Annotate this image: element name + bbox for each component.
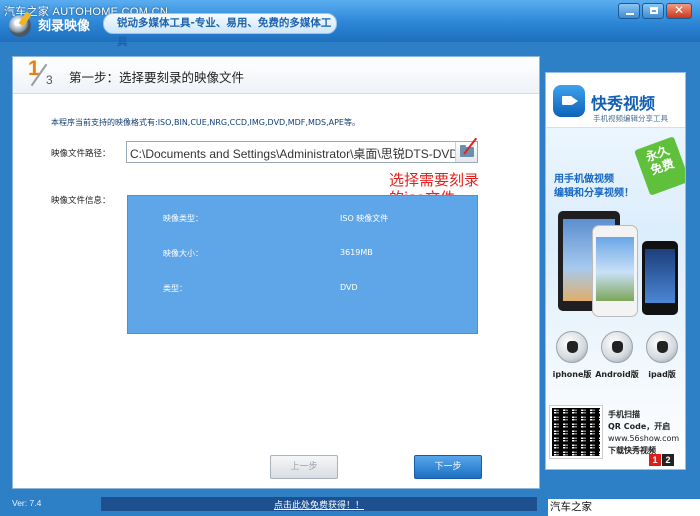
main-panel: 1 3 第一步：选择要刻录的映像文件 本程序当前支持的映像格式有:ISO,BIN… <box>12 56 540 489</box>
maximize-button[interactable] <box>642 3 664 19</box>
ad-page-1[interactable]: 1 <box>649 454 661 466</box>
qr-caption-line-1: 手机扫描 <box>608 410 640 419</box>
close-icon: ✕ <box>673 3 685 17</box>
qr-caption-url: www.56show.com <box>608 434 680 443</box>
annotation-line-1: 选择需要刻录 <box>389 171 480 189</box>
ad-header: 快秀视频 手机视频编辑分享工具 <box>546 73 685 128</box>
image-info-label: 映像文件信息： <box>51 196 111 206</box>
supported-formats-text: 本程序当前支持的映像格式有:ISO,BIN,CUE,NRG,CCD,IMG,DV… <box>51 118 360 127</box>
qr-caption: 手机扫描 QR Code，开启 www.56show.com 下载快秀视频 <box>608 409 679 457</box>
platform-android[interactable]: Android版 <box>595 331 639 380</box>
platform-ipad[interactable]: ipad版 <box>640 331 684 380</box>
app-title: 刻录映像 <box>38 19 91 34</box>
ad-page-2[interactable]: 2 <box>662 454 674 466</box>
devices-illustration <box>558 205 678 320</box>
platform-list: iphone版 Android版 ipad版 <box>550 331 684 381</box>
step-header: 1 3 第一步：选择要刻录的映像文件 <box>13 57 539 94</box>
qr-caption-line-2: QR Code，开启 <box>608 422 671 431</box>
ad-slogan: 用手机做视频 编辑和分享视频！ <box>554 173 634 201</box>
close-button[interactable]: ✕ <box>666 3 692 19</box>
minimize-icon <box>626 13 634 15</box>
ad-pager: 1 2 <box>649 454 674 466</box>
version-label: Ver: 7.4 <box>12 498 42 508</box>
info-value-size: 3619MB <box>340 248 373 257</box>
info-key-disc: 类型： <box>163 284 187 293</box>
title-bar: 汽车之家 AUTOHOME.COM.CN 刻录映像 锐动多媒体工具-专业、易用、… <box>0 0 700 48</box>
previous-step-button[interactable]: 上一步 <box>270 455 338 479</box>
ad-slogan-line-1: 用手机做视频 <box>554 174 614 185</box>
image-path-value: C:\Documents and Settings\Administrator\… <box>130 147 459 161</box>
platform-iphone[interactable]: iphone版 <box>550 331 594 380</box>
platform-iphone-label: iphone版 <box>552 370 592 379</box>
ad-brand: 快秀视频 <box>591 94 656 113</box>
ad-subtitle: 手机视频编辑分享工具 <box>593 114 668 123</box>
iphone-image <box>592 225 638 317</box>
window-controls: ✕ <box>618 3 692 19</box>
android-phone-image <box>642 241 678 315</box>
step-title: 第一步：选择要刻录的映像文件 <box>69 70 245 85</box>
image-path-label: 映像文件路径： <box>51 149 111 159</box>
info-key-type: 映像类型： <box>163 214 203 223</box>
watermark-bottom: 汽车之家 AUTOHOME.COM.CN <box>548 499 700 516</box>
promo-bar[interactable]: 点击此处免费获得！！ <box>101 497 537 511</box>
ipad-icon <box>646 331 678 363</box>
apple-icon <box>556 331 588 363</box>
image-path-field[interactable]: C:\Documents and Settings\Administrator\… <box>126 141 478 163</box>
platform-ipad-label: ipad版 <box>648 370 676 379</box>
ad-slogan-line-2: 编辑和分享视频！ <box>554 188 634 199</box>
info-key-size: 映像大小： <box>163 249 203 258</box>
next-step-button[interactable]: 下一步 <box>414 455 482 479</box>
image-info-panel: 映像类型： ISO 映像文件 映像大小： 3619MB 类型： DVD <box>127 195 478 334</box>
info-value-disc: DVD <box>340 283 358 292</box>
step-indicator: 1 3 <box>28 57 62 91</box>
maximize-icon <box>650 7 658 14</box>
promo-link[interactable]: 点击此处免费获得！！ <box>101 498 537 511</box>
ad-banner[interactable]: 快秀视频 手机视频编辑分享工具 永久 免费 用手机做视频 编辑和分享视频！ ip… <box>545 72 686 470</box>
platform-android-label: Android版 <box>595 370 639 379</box>
info-value-type: ISO 映像文件 <box>340 214 389 223</box>
app-tagline: 锐动多媒体工具-专业、易用、免费的多媒体工具 <box>103 13 337 48</box>
video-camera-icon <box>553 85 585 117</box>
disc-burn-icon <box>9 15 31 37</box>
step-total: 3 <box>46 73 53 87</box>
free-badge: 永久 免费 <box>634 136 685 196</box>
android-icon <box>601 331 633 363</box>
qr-code <box>549 405 603 459</box>
minimize-button[interactable] <box>618 3 640 19</box>
